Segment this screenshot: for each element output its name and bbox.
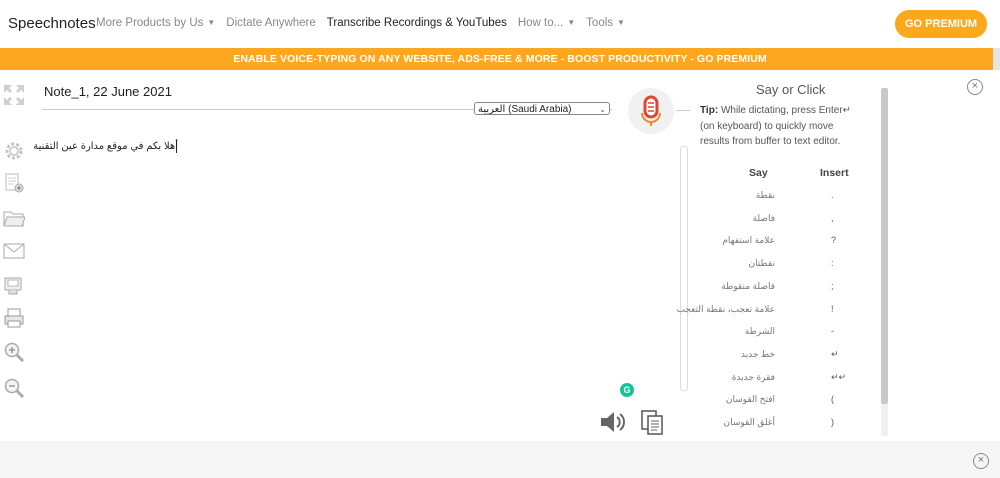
command-insert: ) — [831, 417, 834, 427]
panel-scrollbar-track[interactable] — [881, 404, 888, 436]
top-navbar: Speechnotes More Products by Us ▼ Dictate… — [0, 0, 1000, 48]
command-row[interactable]: علامة تعجب، نقطة التعجب! — [677, 303, 870, 326]
command-row[interactable]: فقرة جديدة ↵↵ — [700, 372, 870, 394]
command-row[interactable]: نقطتان: — [700, 258, 870, 280]
command-row[interactable]: الشرطة - — [700, 326, 870, 348]
nav-item-label: Transcribe Recordings & YouTubes — [326, 17, 507, 29]
go-premium-button[interactable]: GO PREMIUM — [895, 10, 987, 38]
nav-item-label: More Products by Us — [96, 17, 204, 29]
command-insert: , — [831, 212, 834, 223]
copy-clipboard-icon[interactable] — [640, 408, 664, 436]
speaker-icon[interactable] — [599, 410, 629, 434]
nav-item-label: Dictate Anywhere — [226, 17, 316, 29]
command-say: خط جديد — [740, 348, 775, 359]
fullscreen-icon[interactable] — [3, 84, 25, 106]
column-header-insert: Insert — [820, 167, 849, 179]
footer-bar — [0, 441, 1000, 478]
nav-item-how-to[interactable]: How to... ▼ — [518, 17, 575, 29]
tip-label: Tip: — [700, 105, 719, 116]
command-row[interactable]: فاصلة, — [700, 213, 870, 235]
command-say: علامة استفهام — [722, 235, 775, 246]
note-title[interactable]: Note_1, 22 June 2021 — [44, 84, 172, 99]
caret-down-icon: ▼ — [207, 18, 216, 27]
language-select[interactable]: العربية (Saudi Arabia) ⌄ — [474, 102, 610, 115]
caret-down-icon: ▼ — [617, 18, 625, 27]
command-say: أغلق القوسان — [723, 417, 775, 427]
nav-item-label: How to... — [517, 17, 564, 29]
nav-item-dictate-anywhere[interactable]: Dictate Anywhere — [226, 17, 316, 29]
command-row[interactable]: نقطة. — [700, 190, 870, 212]
nav-item-tools[interactable]: Tools ▼ — [586, 17, 625, 29]
microphone-icon — [641, 95, 661, 126]
command-say: فقرة جديدة — [731, 371, 775, 382]
command-insert: ; — [831, 280, 834, 291]
command-say: نقطتان — [748, 258, 775, 269]
command-say: علامة تعجب، نقطة التعجب — [676, 303, 776, 314]
grammarly-icon[interactable]: G — [620, 383, 634, 397]
close-footer-icon[interactable]: × — [973, 453, 989, 469]
nav-item-transcribe[interactable]: Transcribe Recordings & YouTubes — [327, 17, 507, 29]
email-icon[interactable] — [3, 240, 25, 262]
command-row[interactable]: خط جديد ↵ — [700, 349, 870, 371]
command-row[interactable]: علامة استفهام? — [700, 235, 870, 257]
zoom-out-icon[interactable] — [3, 377, 25, 399]
command-insert: ↵↵ — [831, 371, 847, 382]
language-select-value: العربية (Saudi Arabia) — [478, 104, 572, 115]
command-insert: ( — [831, 394, 834, 405]
tip-body: While dictating, press Enter↵ (on keyboa… — [700, 105, 852, 147]
open-folder-icon[interactable] — [3, 207, 25, 229]
command-insert: . — [831, 190, 834, 200]
panel-title: Say or Click — [756, 82, 826, 97]
command-say: فاصلة — [752, 212, 776, 223]
brand-logo[interactable]: Speechnotes — [8, 15, 96, 32]
column-header-say: Say — [749, 167, 768, 179]
save-icon[interactable] — [3, 275, 25, 297]
premium-banner[interactable]: ENABLE VOICE-TYPING ON ANY WEBSITE, ADS-… — [0, 48, 1000, 70]
nav-item-more-products[interactable]: More Products by Us ▼ — [96, 17, 215, 29]
close-panel-icon[interactable]: × — [967, 79, 983, 95]
command-row[interactable]: افتح القوسان ( — [700, 394, 870, 416]
editor-scrollbar[interactable] — [680, 146, 688, 391]
nav-menu: More Products by Us ▼ Dictate Anywhere Tr… — [96, 17, 636, 29]
divider — [676, 110, 690, 111]
command-insert: ! — [831, 303, 834, 314]
panel-scrollbar-thumb[interactable] — [881, 88, 888, 404]
command-say: افتح القوسان — [725, 394, 775, 405]
chevron-down-icon: ⌄ — [599, 105, 606, 114]
command-say: الشرطة — [744, 326, 775, 337]
command-insert: ? — [831, 235, 837, 246]
text-cursor — [176, 140, 177, 153]
note-editor-text[interactable]: أهلا بكم في موقع مدارة عين التقنية — [33, 141, 178, 152]
command-insert: ↵ — [831, 348, 839, 359]
mic-button[interactable] — [628, 88, 674, 134]
command-insert: - — [831, 326, 834, 337]
new-note-icon[interactable] — [3, 172, 25, 194]
settings-icon[interactable] — [3, 140, 25, 162]
tip-text: Tip: While dictating, press Enter↵ (on k… — [700, 103, 860, 150]
caret-down-icon: ▼ — [567, 18, 576, 27]
page-scrollbar[interactable] — [993, 48, 1000, 70]
command-insert: : — [831, 258, 834, 269]
command-say: نقطة — [755, 190, 775, 200]
print-icon[interactable] — [3, 307, 25, 329]
command-row[interactable]: أغلق القوسان) — [700, 417, 870, 439]
nav-item-label: Tools — [586, 17, 614, 29]
command-say: فاصلة منقوطة — [721, 280, 775, 291]
command-row[interactable]: فاصلة منقوطة; — [700, 281, 870, 303]
zoom-in-icon[interactable] — [3, 341, 25, 363]
